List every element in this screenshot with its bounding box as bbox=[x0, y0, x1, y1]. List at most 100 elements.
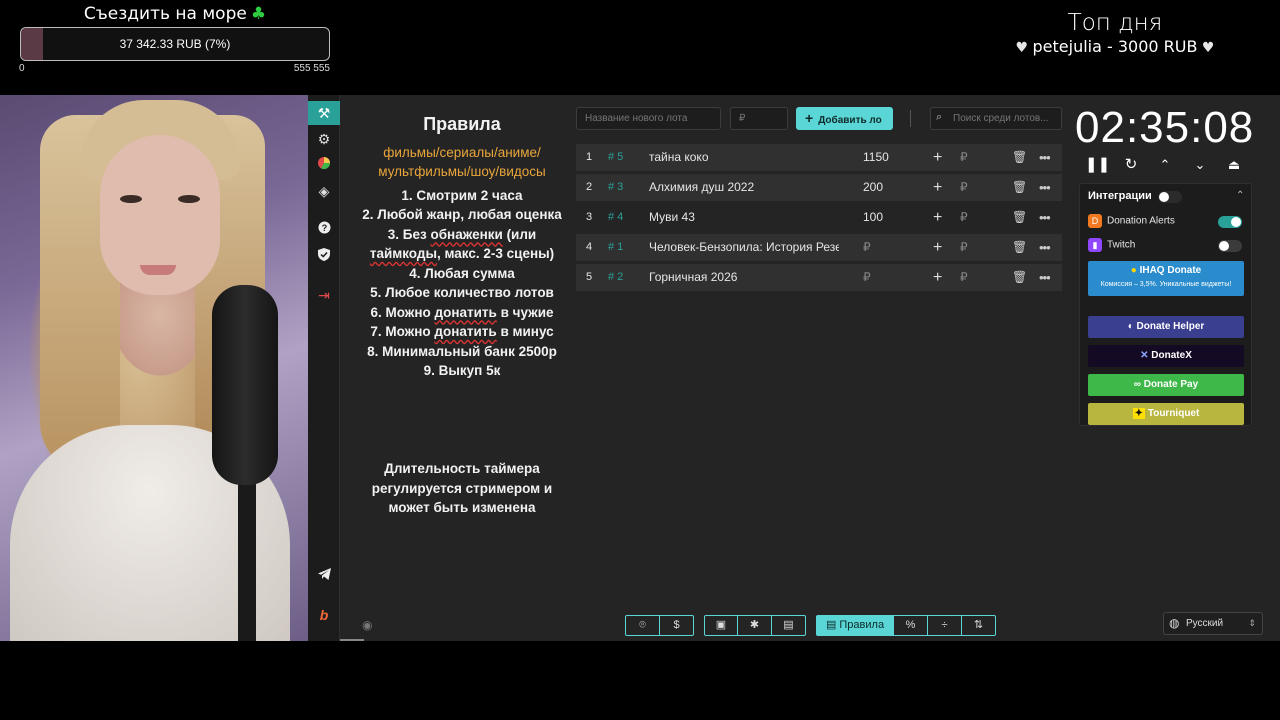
sidebar: ⚒ ⚙ ◈ ? ⇥ b bbox=[308, 95, 340, 641]
lot-amount[interactable]: ₽ bbox=[863, 264, 913, 291]
percent-icon[interactable]: % bbox=[894, 616, 928, 635]
more-icon[interactable]: ••• bbox=[1039, 174, 1051, 201]
rule-item: 5. Любое количество лотов bbox=[370, 285, 554, 300]
language-value: Русский bbox=[1186, 618, 1224, 629]
history-icon[interactable]: ▤ bbox=[772, 616, 805, 635]
github-icon[interactable]: ⌾ bbox=[626, 616, 660, 635]
lot-number: 3 bbox=[586, 211, 593, 223]
rule-item: 8. Минимальный банк 2500р bbox=[367, 343, 557, 359]
rule-item: 2. Любой жанр, любая оценка bbox=[362, 207, 562, 222]
chevron-updown-icon: ⇕ bbox=[1248, 618, 1256, 628]
lot-amount[interactable]: 200 bbox=[863, 174, 913, 201]
lot-name[interactable]: тайна коко bbox=[649, 144, 839, 171]
timer-display: 02:35:08 bbox=[1075, 103, 1255, 152]
auction-icon[interactable]: ⚒ bbox=[308, 101, 340, 125]
divide-icon[interactable]: ÷ bbox=[928, 616, 962, 635]
twitch-toggle[interactable] bbox=[1218, 240, 1242, 252]
donate-helper-button[interactable]: ◐ Donate Helper bbox=[1088, 316, 1244, 338]
chevron-down-icon[interactable]: ⌄ bbox=[1188, 155, 1212, 175]
reset-icon[interactable]: ↻ bbox=[1119, 155, 1143, 175]
donate-pay-button[interactable]: ∞ Donate Pay bbox=[1088, 374, 1244, 396]
help-icon[interactable]: ? bbox=[308, 217, 340, 241]
mouth bbox=[140, 265, 176, 275]
save-icon[interactable]: ▣ bbox=[705, 616, 738, 635]
globe-icon: ◍ bbox=[1169, 616, 1180, 630]
more-icon[interactable]: ••• bbox=[1039, 144, 1051, 171]
donation-alerts-toggle[interactable] bbox=[1218, 216, 1242, 228]
chevron-up-icon[interactable]: ⌃ bbox=[1236, 190, 1244, 201]
rules-categories: фильмы/сериалы/аниме/ мультфильмы/шоу/ви… bbox=[378, 144, 546, 180]
currency-icon: ₽ bbox=[960, 150, 968, 164]
lot-amount[interactable]: 100 bbox=[863, 204, 913, 231]
chevron-up-icon[interactable]: ⌃ bbox=[1153, 155, 1177, 175]
lot-number: 5 bbox=[586, 271, 593, 283]
add-amount-icon[interactable]: + bbox=[933, 204, 942, 231]
add-amount-icon[interactable]: + bbox=[933, 144, 942, 171]
language-select[interactable]: ◍ Русский ⇕ bbox=[1163, 612, 1263, 635]
shield-icon[interactable] bbox=[308, 244, 340, 268]
donate-pay-icon: ∞ bbox=[1133, 379, 1144, 390]
add-amount-icon[interactable]: + bbox=[933, 234, 942, 261]
trash-icon[interactable]: 🗑 bbox=[1012, 264, 1027, 291]
add-amount-icon[interactable]: + bbox=[933, 264, 942, 291]
lot-name[interactable]: Алхимия душ 2022 bbox=[649, 174, 839, 201]
lot-id: # 5 bbox=[608, 151, 624, 163]
rule-item: 1. Смотрим 2 часа bbox=[401, 187, 523, 203]
top-day-entry: ♥ petejulia - 3000 RUB ♥ bbox=[1015, 37, 1215, 56]
tourniquet-button[interactable]: ✦ Tourniquet bbox=[1088, 403, 1244, 425]
gear-icon[interactable]: ⚙ bbox=[308, 127, 340, 151]
currency-icon: ₽ bbox=[960, 270, 968, 284]
lot-name[interactable]: Горничная 2026 bbox=[649, 264, 839, 291]
lot-id: # 4 bbox=[608, 211, 624, 223]
donatex-button[interactable]: ✕ DonateX bbox=[1088, 345, 1244, 367]
trash-icon[interactable]: 🗑 bbox=[1012, 144, 1027, 171]
lot-number: 1 bbox=[586, 151, 593, 163]
eye bbox=[120, 195, 142, 203]
ihaq-donate-button[interactable]: ● IHAQ Donate Комиссия – 3,5%. Уникальные… bbox=[1088, 261, 1244, 296]
add-amount-icon[interactable]: + bbox=[933, 174, 942, 201]
more-icon[interactable]: ••• bbox=[1039, 204, 1051, 231]
lot-amount[interactable]: 1150 bbox=[863, 144, 913, 171]
more-icon[interactable]: ••• bbox=[1039, 234, 1051, 261]
new-lot-input[interactable] bbox=[576, 107, 721, 130]
sort-icon[interactable]: ⇅ bbox=[962, 616, 995, 635]
telegram-icon[interactable] bbox=[308, 563, 340, 587]
logout-icon[interactable]: ⇥ bbox=[308, 283, 340, 307]
mic-arm bbox=[238, 475, 256, 641]
price-input[interactable] bbox=[730, 107, 788, 130]
search-input[interactable] bbox=[930, 107, 1062, 130]
eye-icon[interactable]: ◉ bbox=[362, 618, 372, 632]
webcam-feed bbox=[0, 95, 308, 641]
svg-text:?: ? bbox=[321, 223, 327, 233]
trash-icon[interactable]: 🗑 bbox=[1012, 234, 1027, 261]
dollar-icon[interactable]: $ bbox=[660, 616, 693, 635]
auction-app: ⚒ ⚙ ◈ ? ⇥ b Правила фильмы/сериалы/аниме… bbox=[308, 95, 1280, 641]
boosty-icon[interactable]: b bbox=[308, 603, 340, 627]
lot-name[interactable]: Муви 43 bbox=[649, 204, 839, 231]
top-day-title: Топ дня bbox=[1067, 10, 1163, 36]
search-icon: ⌕ bbox=[936, 111, 943, 123]
rule-item: 4. Любая сумма bbox=[409, 265, 515, 281]
layers-icon[interactable]: ◈ bbox=[308, 179, 340, 203]
donate-helper-icon: ◐ bbox=[1127, 321, 1137, 332]
add-lot-button[interactable]: + Добавить ло bbox=[796, 107, 893, 130]
trash-icon[interactable]: 🗑 bbox=[1012, 204, 1027, 231]
view-group: ▤ Правила % ÷ ⇅ bbox=[816, 615, 996, 636]
bug-icon[interactable]: ✱ bbox=[738, 616, 772, 635]
more-icon[interactable]: ••• bbox=[1039, 264, 1051, 291]
lot-row: 5 # 2 Горничная 2026 ₽ + ₽ 🗑 ••• bbox=[576, 264, 1062, 291]
ihaq-icon: ● bbox=[1130, 265, 1137, 276]
integrations-toggle[interactable] bbox=[1158, 191, 1182, 203]
twitch-icon: ▮ bbox=[1088, 238, 1102, 252]
eject-icon[interactable]: ⏏ bbox=[1222, 155, 1246, 175]
clover-icon: ♣ bbox=[250, 4, 267, 24]
lot-amount[interactable]: ₽ bbox=[863, 234, 913, 261]
lot-name[interactable]: Человек-Бензопила: История Резе bbox=[649, 234, 839, 261]
lot-number: 4 bbox=[586, 241, 593, 253]
rules-panel: Правила фильмы/сериалы/аниме/ мультфильм… bbox=[352, 114, 572, 381]
tab-rules[interactable]: ▤ Правила bbox=[817, 616, 894, 635]
pie-chart-icon[interactable] bbox=[308, 153, 340, 177]
rule-item: 6. Можно донатить в чужие bbox=[370, 304, 554, 320]
pause-icon[interactable]: ❚❚ bbox=[1085, 155, 1110, 175]
trash-icon[interactable]: 🗑 bbox=[1012, 174, 1027, 201]
